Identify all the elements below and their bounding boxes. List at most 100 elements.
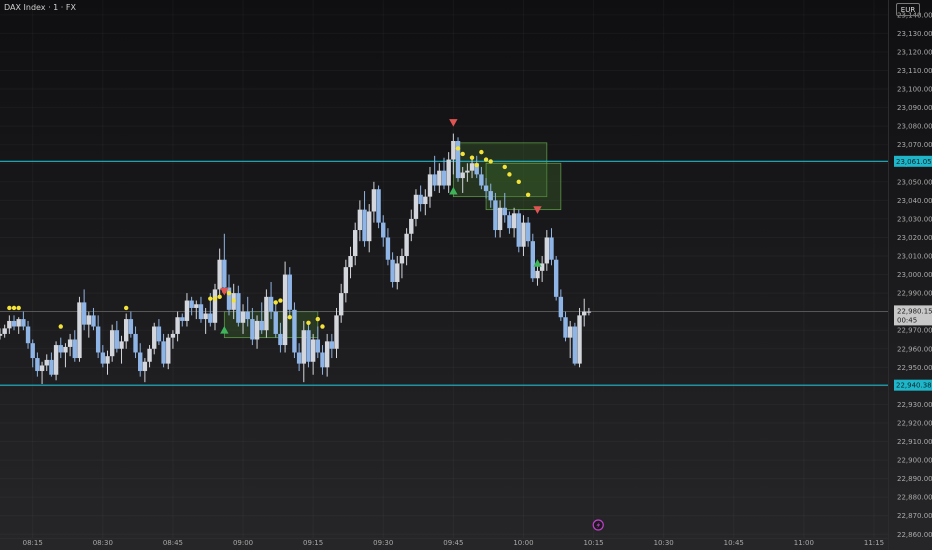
candle-body xyxy=(371,189,377,212)
candle-body xyxy=(49,359,54,375)
price-tick-label: 23,050.00 xyxy=(897,178,932,186)
candle-body xyxy=(268,296,274,312)
level-price-label: 22,940.38 xyxy=(896,382,932,390)
candle-body xyxy=(44,359,49,366)
candle-body xyxy=(184,300,190,321)
signal-dot xyxy=(7,305,12,311)
time-tick-label: 08:30 xyxy=(93,539,113,547)
candle-body xyxy=(320,352,325,368)
signal-dot xyxy=(11,305,17,311)
signal-dot xyxy=(273,300,278,305)
candle-body xyxy=(493,200,498,231)
candle-body xyxy=(189,300,194,308)
candle-body xyxy=(502,207,507,216)
signal-dot xyxy=(460,151,465,157)
candle-body xyxy=(226,287,232,310)
candle-body xyxy=(357,209,363,231)
time-tick-label: 09:00 xyxy=(233,539,253,547)
candle-body xyxy=(105,356,110,364)
candle-body xyxy=(100,352,106,364)
signal-dot xyxy=(469,155,475,160)
price-tick-label: 23,110.00 xyxy=(897,67,932,75)
candle-body xyxy=(525,222,531,242)
chart-title[interactable]: DAX Index · 1 · FX xyxy=(4,3,76,12)
signal-dot xyxy=(474,162,479,168)
candle-body xyxy=(217,259,222,290)
candle-body xyxy=(7,320,12,329)
candle-body xyxy=(423,196,428,205)
candle-body xyxy=(138,352,143,372)
candle-body xyxy=(114,330,120,349)
candle-body xyxy=(86,315,91,325)
candle-body xyxy=(259,320,264,331)
candle-body xyxy=(418,194,423,205)
price-tick-label: 22,970.00 xyxy=(897,327,932,335)
signal-dot xyxy=(58,324,63,329)
price-chart[interactable]: 22,860.00 22,870.00 22,880.00 22,890.00 22,9… xyxy=(0,0,932,550)
candle-body xyxy=(53,345,59,375)
candle-body xyxy=(282,274,288,346)
price-tick-label: 22,990.00 xyxy=(897,290,932,298)
candle-body xyxy=(437,170,442,186)
candle-body xyxy=(469,163,475,171)
signal-dot xyxy=(488,159,493,164)
candle-body xyxy=(180,317,185,321)
candle-body xyxy=(25,326,31,344)
candle-body xyxy=(119,341,124,349)
candle-body xyxy=(91,315,96,327)
time-tick-label: 11:15 xyxy=(864,539,884,547)
price-tick-label: 22,880.00 xyxy=(897,494,932,502)
candle-body xyxy=(535,270,540,279)
candle-body xyxy=(306,330,311,362)
candle-body xyxy=(240,311,246,323)
candle-body xyxy=(521,222,526,247)
candle-body xyxy=(212,289,218,323)
candle-body xyxy=(315,339,321,353)
signal-dot xyxy=(315,316,321,322)
signal-dot xyxy=(226,290,232,296)
time-tick-label: 09:15 xyxy=(303,539,323,547)
price-tick-label: 23,100.00 xyxy=(897,86,932,94)
signal-dot xyxy=(278,298,283,303)
candle-body xyxy=(278,333,283,346)
candle-body xyxy=(236,293,241,323)
candle-body xyxy=(156,326,162,342)
candle-body xyxy=(0,333,3,336)
candle-body xyxy=(516,213,521,247)
signal-dot xyxy=(525,192,531,197)
candle-body xyxy=(446,159,451,186)
candle-body xyxy=(395,263,400,282)
candle-body xyxy=(399,256,405,264)
signal-dot xyxy=(483,157,489,162)
candle-body xyxy=(553,259,559,297)
price-tick-label: 23,080.00 xyxy=(897,123,932,131)
signal-dot xyxy=(212,296,218,301)
price-tick-label: 23,020.00 xyxy=(897,234,932,242)
price-tick-label: 22,930.00 xyxy=(897,401,932,409)
candle-body xyxy=(539,263,545,271)
candle-body xyxy=(511,213,517,229)
candle-body xyxy=(549,237,554,260)
currency-button[interactable]: EUR xyxy=(896,3,920,16)
candle-body xyxy=(109,330,115,357)
candle-body xyxy=(338,293,344,316)
candle-body xyxy=(385,237,391,260)
time-tick-label: 09:45 xyxy=(443,539,463,547)
candle-body xyxy=(353,230,358,257)
price-tick-label: 22,950.00 xyxy=(897,364,932,372)
candle-body xyxy=(39,365,45,372)
candle-body xyxy=(95,326,101,353)
candle-body xyxy=(2,328,7,334)
candle-body xyxy=(208,313,213,323)
candle-body xyxy=(254,320,260,340)
candle-body xyxy=(413,194,419,219)
signal-dot xyxy=(287,315,292,320)
candle-body xyxy=(479,174,484,186)
candle-body xyxy=(123,319,129,342)
candle-body xyxy=(16,319,21,327)
candle-body xyxy=(409,218,414,234)
last-price-label: 22,980.15 xyxy=(897,307,932,315)
candle-body xyxy=(362,209,367,242)
candle-body xyxy=(81,302,87,325)
candle-body xyxy=(296,352,302,364)
